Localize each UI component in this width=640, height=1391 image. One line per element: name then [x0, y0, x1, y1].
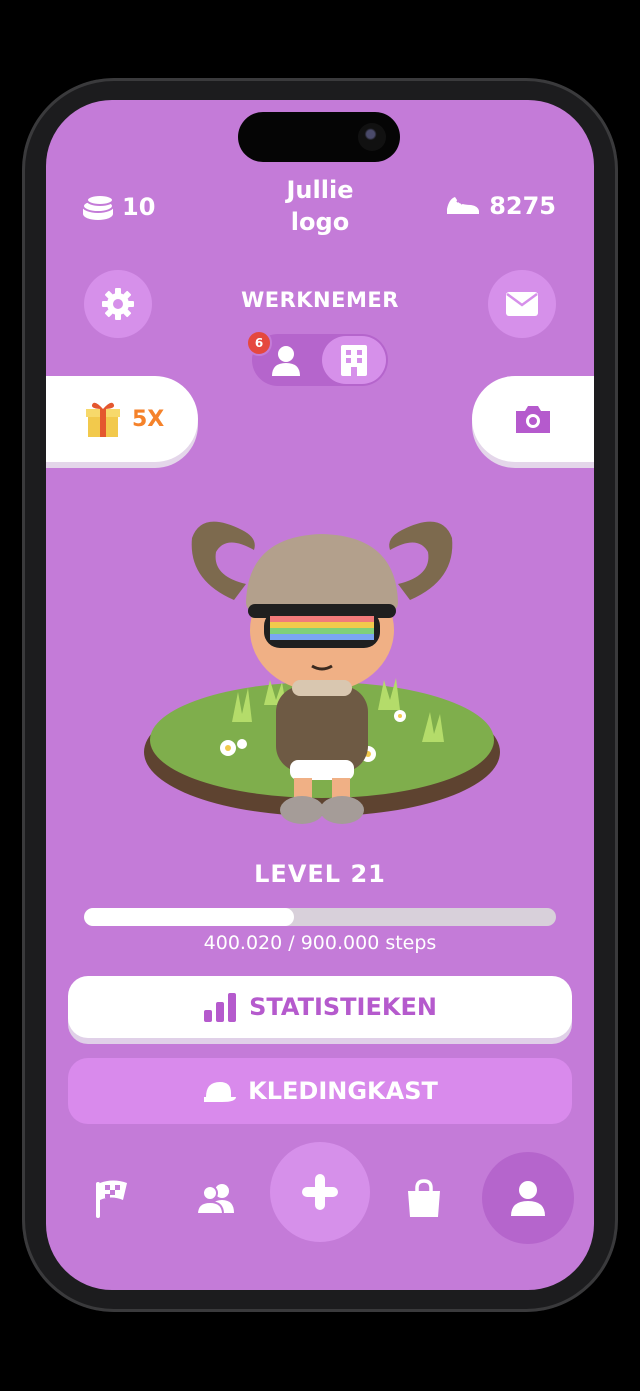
bottom-navigation [46, 1140, 594, 1250]
avatar-collar [292, 680, 352, 696]
app-screen: 10 Jullie logo 8275 WERKNEMER 6 5X LEVEL… [46, 100, 594, 1290]
step-counter: 8275 [445, 192, 556, 220]
mail-icon [506, 292, 538, 316]
notification-badge: 6 [246, 330, 272, 356]
settings-button[interactable] [84, 270, 152, 338]
horn-right [389, 521, 453, 600]
profile-icon [511, 1181, 545, 1216]
avatar-jacket [276, 686, 368, 772]
gift-icon [86, 402, 120, 437]
wardrobe-button[interactable]: KLEDINGKAST [68, 1058, 572, 1124]
avatar-3d-scene[interactable] [142, 430, 502, 830]
goggles-stripe-yellow [270, 622, 374, 628]
mode-label: WERKNEMER [241, 288, 399, 312]
level-label: LEVEL 21 [254, 860, 386, 888]
goggles-stripe-green [270, 628, 374, 634]
nav-profile[interactable] [482, 1152, 574, 1244]
statistics-label: STATISTIEKEN [249, 993, 437, 1021]
avatar-leg-left [294, 778, 312, 798]
company-mode-tab[interactable] [322, 336, 386, 384]
plus-icon [302, 1174, 338, 1210]
friends-icon [196, 1184, 234, 1215]
avatar-shoe-right [320, 796, 364, 824]
coin-counter: 10 [80, 192, 155, 222]
horn-left [191, 521, 255, 600]
nav-friends[interactable] [188, 1170, 244, 1226]
dynamic-island [238, 112, 400, 162]
level-progress-fill [84, 908, 294, 926]
company-logo-text: Jullie logo [220, 174, 420, 238]
nav-add[interactable] [270, 1142, 370, 1242]
person-icon [272, 346, 300, 376]
statistics-button[interactable]: STATISTIEKEN [68, 976, 572, 1038]
level-progress-bar [84, 908, 556, 926]
flag-icon [96, 1180, 127, 1218]
gift-multiplier: 5X [132, 406, 165, 432]
mode-toggle[interactable] [252, 334, 388, 386]
avatar-leg-right [332, 778, 350, 798]
camera-icon [516, 406, 550, 433]
messages-button[interactable] [488, 270, 556, 338]
building-icon [341, 345, 367, 376]
level-progress-text: 400.020 / 900.000 steps [203, 932, 437, 954]
wardrobe-label: KLEDINGKAST [248, 1077, 438, 1105]
shopping-bag-icon [408, 1179, 440, 1217]
avatar-shoe-left [280, 796, 324, 824]
step-count: 8275 [489, 192, 556, 220]
nav-shop[interactable] [396, 1170, 452, 1226]
avatar-helmet [246, 534, 398, 611]
coin-icon [82, 194, 114, 220]
goggles-stripe-red [270, 616, 374, 622]
goggles-stripe-blue [270, 634, 374, 640]
logo-line-2: logo [290, 208, 350, 236]
bar-chart-icon [204, 993, 237, 1022]
logo-line-1: Jullie [286, 176, 354, 204]
avatar-shorts [290, 760, 354, 780]
gear-icon [102, 288, 134, 320]
coin-count: 10 [122, 193, 156, 221]
nav-challenges[interactable] [84, 1170, 140, 1226]
cap-icon [204, 1082, 237, 1102]
sneaker-icon [447, 197, 480, 214]
front-camera [358, 123, 386, 151]
